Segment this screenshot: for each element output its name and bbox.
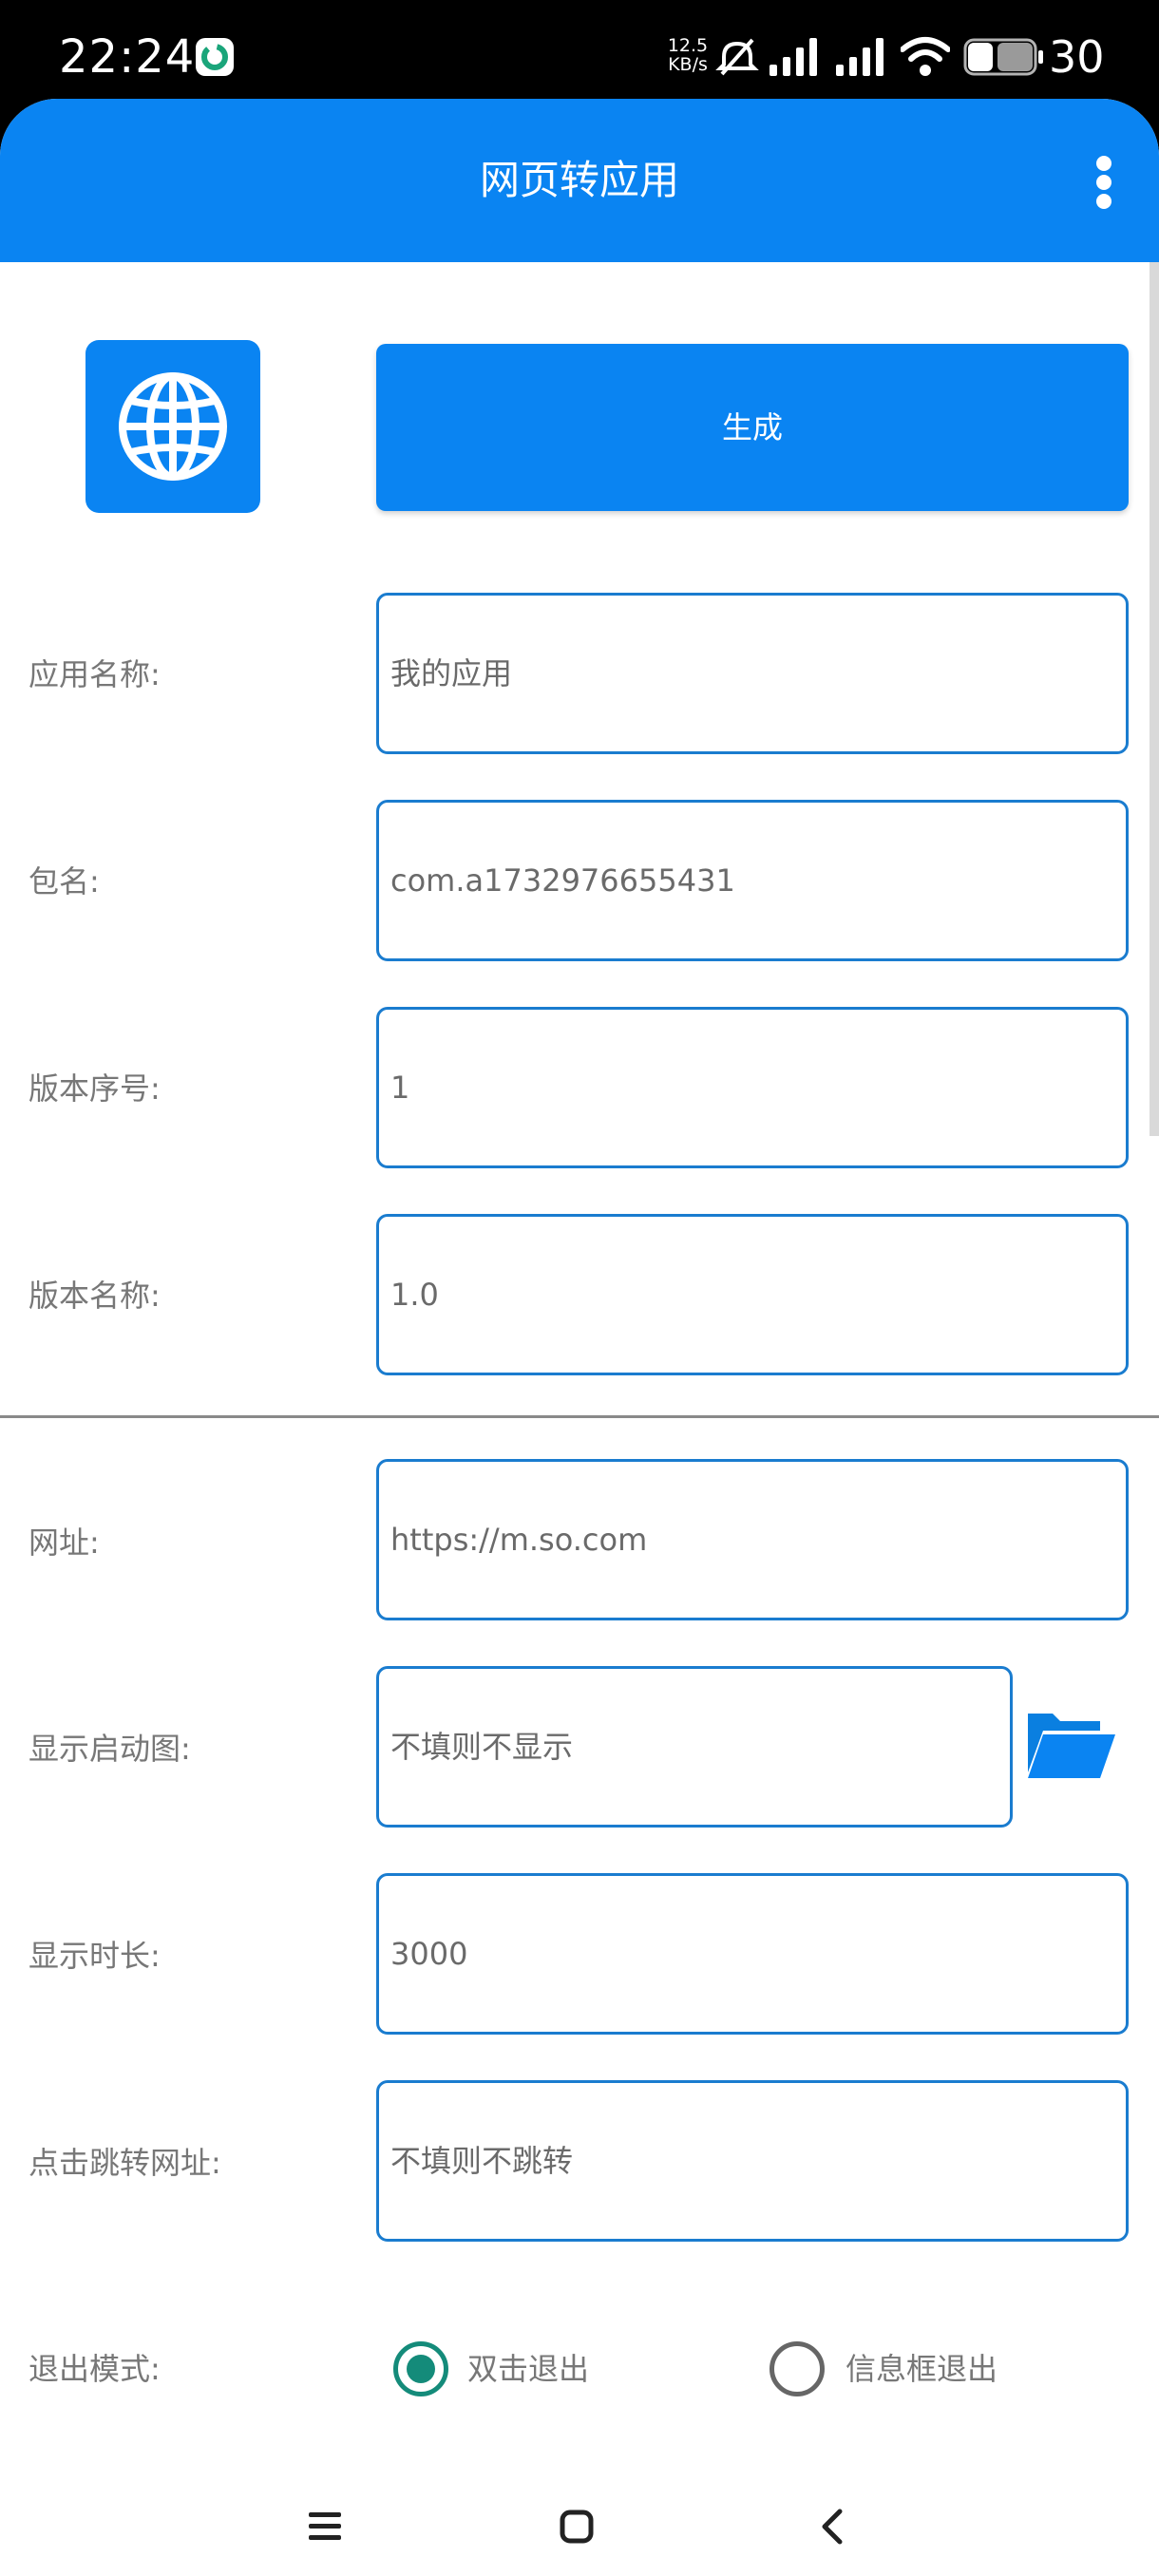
notification-app-icon: [196, 38, 234, 76]
battery-icon: [963, 38, 1043, 76]
menu-icon[interactable]: [306, 2508, 344, 2546]
back-icon[interactable]: [813, 2508, 851, 2546]
splash-label: 显示启动图:: [28, 1731, 191, 1767]
section-divider: [0, 1415, 1159, 1418]
exit-double-tap-label[interactable]: 双击退出: [467, 2348, 589, 2390]
status-time: 22:24: [59, 30, 196, 84]
app-name-label: 应用名称:: [28, 656, 161, 692]
globe-icon: [119, 372, 227, 481]
exit-dialog-label[interactable]: 信息框退出: [846, 2348, 998, 2390]
app-bar: 网页转应用: [0, 99, 1159, 262]
url-label: 网址:: [28, 1525, 100, 1561]
click-url-field[interactable]: 不填则不跳转: [376, 2080, 1129, 2242]
net-speed-value: 12.5: [667, 35, 709, 56]
package-name-label: 包名:: [28, 863, 100, 900]
version-name-field[interactable]: 1.0: [376, 1214, 1129, 1375]
app-icon-picker[interactable]: [86, 340, 260, 513]
signal-icon-2: [836, 38, 884, 76]
generate-button[interactable]: 生成: [376, 344, 1129, 511]
more-vert-icon[interactable]: [1083, 148, 1125, 217]
home-icon[interactable]: [559, 2508, 597, 2546]
status-bar: 22:24 12.5 KB/s 30: [0, 0, 1159, 99]
exit-double-tap-radio[interactable]: [393, 2341, 448, 2396]
app-window: 网页转应用 生成 应用名称: 我的应用 包名: com.a17329766554…: [0, 99, 1159, 2576]
folder-icon[interactable]: [1024, 1708, 1117, 1780]
system-nav-bar: [0, 2477, 1159, 2576]
wifi-icon: [901, 37, 950, 76]
net-speed: 12.5 KB/s: [665, 36, 711, 74]
version-name-label: 版本名称:: [28, 1278, 161, 1314]
splash-image-field[interactable]: 不填则不显示: [376, 1666, 1013, 1828]
exit-dialog-radio[interactable]: [770, 2341, 825, 2396]
mute-icon: [715, 38, 759, 76]
scrollbar[interactable]: [1150, 262, 1159, 1136]
app-name-field[interactable]: 我的应用: [376, 593, 1129, 754]
version-code-field[interactable]: 1: [376, 1007, 1129, 1168]
duration-field[interactable]: 3000: [376, 1873, 1129, 2035]
duration-label: 显示时长:: [28, 1938, 161, 1974]
package-name-field[interactable]: com.a1732976655431: [376, 800, 1129, 961]
battery-percent: 30: [1049, 31, 1105, 83]
app-title: 网页转应用: [479, 157, 679, 203]
phone-screen: 22:24 12.5 KB/s 30 网页转应用 生成 应用名称: 我的应用 包…: [0, 0, 1159, 2576]
url-field[interactable]: https://m.so.com: [376, 1459, 1129, 1620]
version-code-label: 版本序号:: [28, 1070, 161, 1107]
click-url-label: 点击跳转网址:: [28, 2145, 221, 2181]
signal-icon: [770, 38, 817, 76]
net-speed-unit: KB/s: [668, 54, 708, 75]
exit-mode-label: 退出模式:: [28, 2351, 161, 2387]
